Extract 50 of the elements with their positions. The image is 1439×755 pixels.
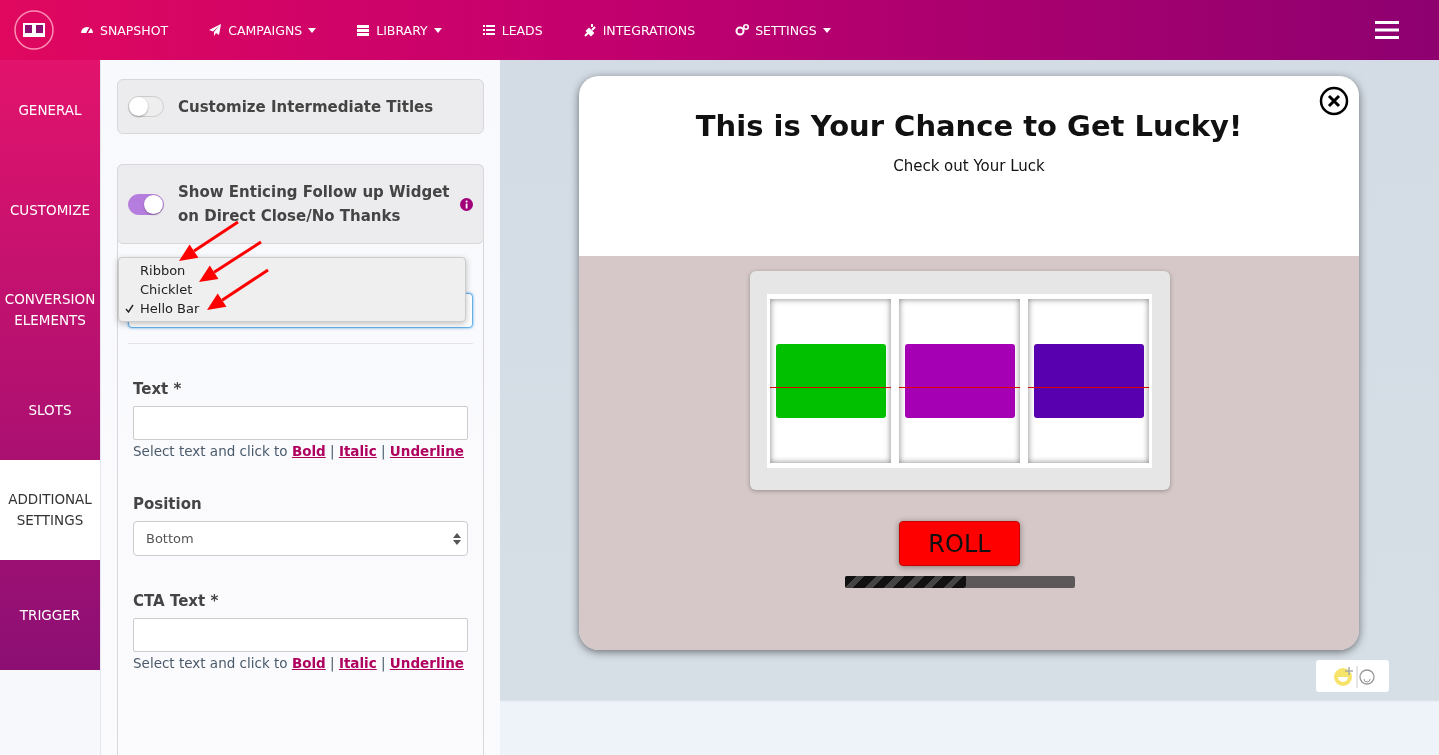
roll-button[interactable]: ROLL bbox=[899, 521, 1020, 566]
sidebar-tab[interactable]: TRIGGER bbox=[0, 560, 100, 670]
nav-link[interactable]: CAMPAIGNS bbox=[208, 22, 317, 38]
stack-icon bbox=[356, 23, 371, 37]
sidebar-tab[interactable]: CONVERSION ELEMENTS bbox=[0, 260, 100, 360]
format-link[interactable]: Italic bbox=[338, 443, 377, 459]
toggle-label: Customize Intermediate Titles bbox=[178, 96, 434, 118]
sidebar-tab[interactable]: GENERAL bbox=[0, 60, 100, 160]
position-select[interactable]: Bottom bbox=[133, 521, 468, 556]
help-text: Select text and click to Bold | Italic | Underline bbox=[133, 443, 465, 459]
toggle-label: Show Enticing Follow up Widget on Direct Close/No Thanks bbox=[178, 182, 451, 227]
field-label: Position bbox=[133, 495, 203, 513]
check-icon bbox=[125, 304, 134, 313]
menu-icon bbox=[1375, 20, 1399, 40]
list-icon bbox=[481, 23, 496, 37]
close-icon[interactable] bbox=[1319, 86, 1349, 116]
annotation-arrow bbox=[179, 220, 239, 261]
dropdown-option[interactable]: Chicklet bbox=[119, 280, 465, 299]
logo bbox=[14, 10, 54, 50]
popup-subtitle: Check out Your Luck bbox=[892, 157, 1046, 175]
emoji-button[interactable] bbox=[1316, 660, 1389, 692]
select-arrows-icon bbox=[453, 532, 461, 545]
help-text: Select text and click to Bold | Italic | Underline bbox=[133, 655, 465, 671]
paper-plane-icon bbox=[208, 23, 223, 37]
format-link[interactable]: Underline bbox=[389, 443, 464, 459]
annotation-arrow bbox=[199, 240, 262, 282]
sidebar-tab[interactable]: SLOTS bbox=[0, 360, 100, 460]
format-link[interactable]: Bold bbox=[291, 443, 326, 459]
dropdown-option[interactable]: Ribbon bbox=[119, 261, 465, 280]
dropdown-option[interactable]: Hello Bar bbox=[119, 299, 465, 318]
nav-link[interactable]: LIBRARY bbox=[356, 22, 442, 38]
sidebar-tab[interactable]: ADDITIONAL SETTINGS bbox=[0, 460, 100, 560]
plug-icon bbox=[582, 23, 597, 37]
sidebar-tab[interactable]: CUSTOMIZE bbox=[0, 160, 100, 260]
toggle-switch[interactable] bbox=[128, 96, 164, 117]
nav-link[interactable]: SETTINGS bbox=[735, 22, 831, 38]
format-link[interactable]: Underline bbox=[389, 655, 464, 671]
toggle-switch[interactable] bbox=[128, 193, 164, 215]
field-label: CTA Text * bbox=[133, 592, 220, 610]
field-label: Text * bbox=[133, 380, 183, 398]
format-link[interactable]: Bold bbox=[291, 655, 326, 671]
nav-link[interactable]: INTEGRATIONS bbox=[582, 22, 696, 38]
nav-link[interactable]: SNAPSHOT bbox=[80, 22, 169, 38]
popup-title: This is Your Chance to Get Lucky! bbox=[694, 109, 1244, 143]
format-link[interactable]: Italic bbox=[338, 655, 377, 671]
gears-icon bbox=[735, 23, 750, 37]
annotation-arrow bbox=[207, 268, 269, 310]
nav-link[interactable]: LEADS bbox=[481, 22, 543, 38]
text-field[interactable] bbox=[133, 618, 468, 652]
text-field[interactable] bbox=[133, 406, 468, 440]
